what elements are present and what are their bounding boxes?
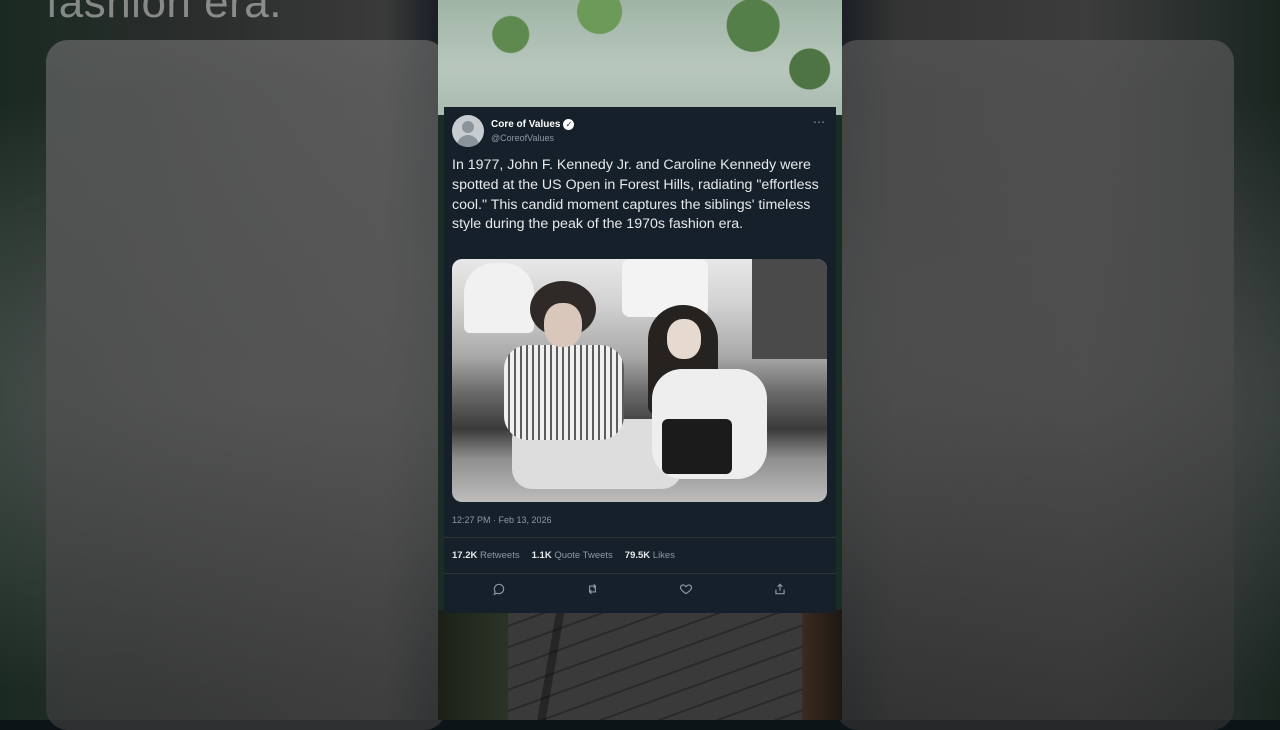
likes-stat[interactable]: 79.5K Likes <box>625 550 675 561</box>
reply-icon[interactable] <box>489 582 509 598</box>
retweet-icon[interactable] <box>582 582 602 598</box>
photo-bystander <box>752 259 827 359</box>
avatar[interactable] <box>452 115 484 147</box>
tweet-card: Core of Values ✓ @CoreofValues ⋯ In 1977… <box>444 107 836 613</box>
tweet-timestamp[interactable]: 12:27 PM · Feb 13, 2026 <box>452 515 552 525</box>
photo-boy-shirt <box>504 345 624 440</box>
walkway-scene <box>438 610 842 720</box>
quote-tweets-stat[interactable]: 1.1K Quote Tweets <box>532 550 613 561</box>
retweets-label: Retweets <box>480 550 520 561</box>
likes-count: 79.5K <box>624 550 651 561</box>
tweet-stats: 17.2K Retweets 1.1K Quote Tweets 79.5K L… <box>452 550 675 561</box>
more-options-icon[interactable]: ⋯ <box>813 115 826 129</box>
likes-label: Likes <box>652 550 675 561</box>
photo-boy-face <box>544 303 582 347</box>
tweet-actions <box>444 577 836 603</box>
backdrop-photo-left <box>46 40 446 730</box>
retweets-count: 17.2K <box>452 550 478 561</box>
heart-icon[interactable] <box>676 582 696 598</box>
verified-badge-icon: ✓ <box>563 118 575 130</box>
share-icon[interactable] <box>770 582 790 598</box>
name-row: Core of Values ✓ <box>491 117 575 131</box>
display-name[interactable]: Core of Values <box>491 119 560 130</box>
divider <box>444 537 836 538</box>
tweet-text: In 1977, John F. Kennedy Jr. and Carolin… <box>452 157 819 233</box>
photo-girl-face <box>667 319 701 359</box>
user-handle[interactable]: @CoreofValues <box>491 133 554 143</box>
divider <box>444 573 836 574</box>
backdrop-photo-right <box>836 40 1234 730</box>
photo-bag <box>662 419 732 474</box>
retweets-stat[interactable]: 17.2K Retweets <box>452 550 520 561</box>
forest-scene <box>438 0 842 115</box>
quote-tweets-count: 1.1K <box>531 550 552 561</box>
quote-tweets-label: Quote Tweets <box>554 550 613 561</box>
backdrop-caption-fragment: fashion era. <box>46 0 282 27</box>
tweet-header: Core of Values ✓ @CoreofValues ⋯ <box>452 115 828 149</box>
tweet-photo[interactable] <box>452 259 827 502</box>
photo-bystander <box>464 263 534 333</box>
